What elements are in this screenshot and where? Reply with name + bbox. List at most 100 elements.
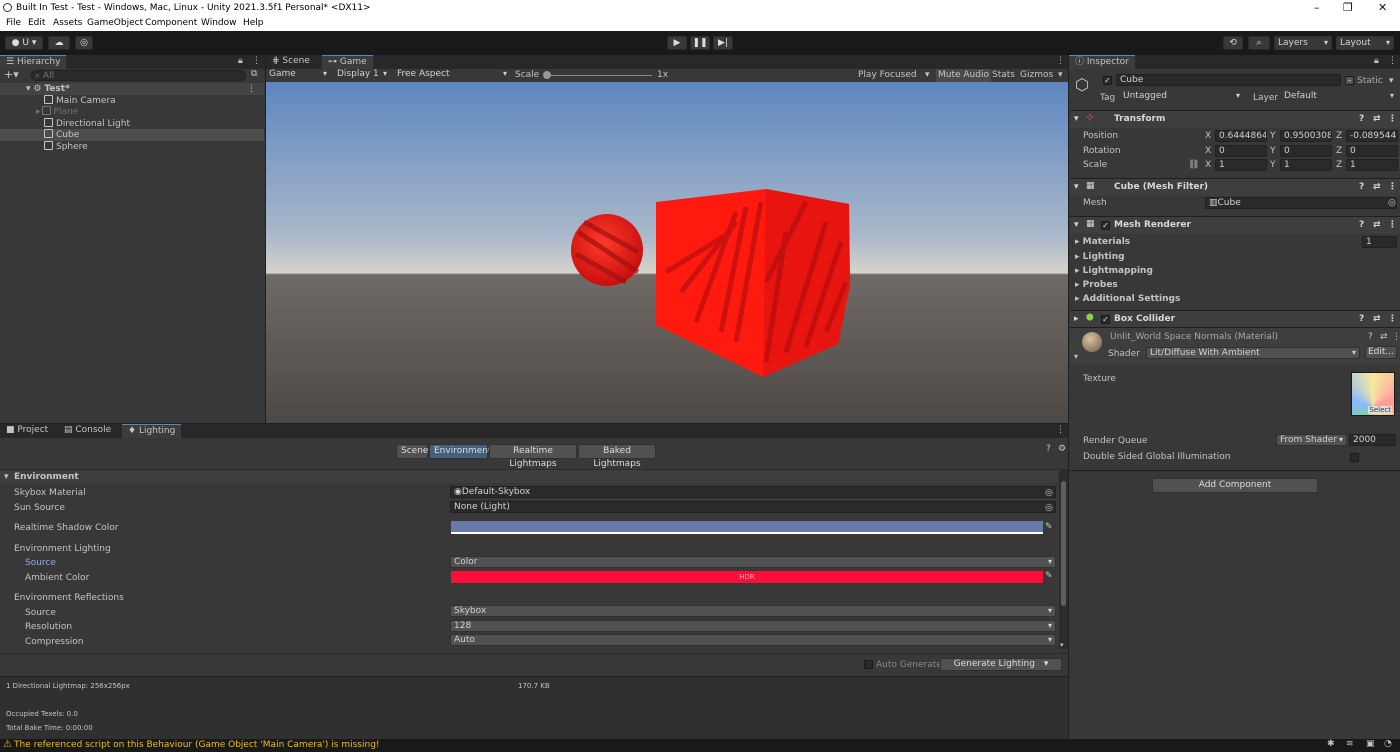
play-focused-dropdown[interactable]: Play Focused [858,70,917,80]
more-icon[interactable]: ⋮ [1388,314,1397,324]
tab-project[interactable]: ■ Project [0,424,54,438]
scale-slider-thumb[interactable] [543,71,551,79]
scale-y-field[interactable]: 1 [1280,159,1332,171]
more-icon[interactable]: ⋮ [1056,56,1065,66]
preset-icon[interactable]: ⇄ [1373,220,1381,230]
game-mode-dropdown[interactable]: Game [266,69,330,81]
minimize-button[interactable]: – [1314,1,1320,14]
position-z-field[interactable]: -0.089544 [1346,130,1398,142]
preset-icon[interactable]: ⇄ [1380,332,1388,342]
env-source-dropdown[interactable]: Color [450,556,1056,568]
lighting-subtab-scene[interactable]: Scene [396,444,428,459]
game-viewport[interactable] [266,82,1068,423]
display-dropdown[interactable]: Display 1 [334,69,390,81]
lightmapping-foldout[interactable]: ▸ Lightmapping [1070,265,1400,278]
tab-inspector[interactable]: ⓘ Inspector [1069,55,1135,69]
help-icon[interactable]: ? [1359,314,1364,324]
collab-icon[interactable]: ◎ [75,36,93,50]
hierarchy-scene-row[interactable]: ▾ ⚙ Test* ⋮ [0,83,264,95]
mesh-renderer-header[interactable]: ▾ ▦ ✓ Mesh Renderer ? ⇄ ⋮ [1070,216,1400,234]
menu-edit[interactable]: Edit [28,18,45,28]
render-queue-dropdown[interactable]: From Shader [1276,434,1347,446]
pause-button[interactable]: ❚❚ [690,36,710,50]
scroll-down-icon[interactable]: ▾ [1060,641,1064,649]
preset-icon[interactable]: ⇄ [1373,182,1381,192]
scale-x-field[interactable]: 1 [1215,159,1267,171]
additional-settings-foldout[interactable]: ▸ Additional Settings [1070,293,1400,306]
preset-icon[interactable]: ⇄ [1373,114,1381,124]
bug-icon[interactable]: ✱ [1327,739,1335,749]
materials-row[interactable]: ▸ Materials 1 [1070,236,1400,249]
menu-file[interactable]: File [6,18,21,28]
help-icon[interactable]: ? [1359,114,1364,124]
object-picker-icon[interactable]: ◎ [1045,503,1053,513]
add-icon[interactable]: +▾ [4,69,19,80]
object-picker-icon[interactable]: ◎ [1045,488,1053,498]
tab-console[interactable]: ▤ Console [58,424,117,438]
hierarchy-search-input[interactable]: ⌕ All [31,70,246,81]
history-icon[interactable]: ⟲ [1223,36,1243,50]
lighting-subtab-baked[interactable]: Baked Lightmaps [578,444,656,469]
layer-dropdown[interactable]: Default [1281,91,1397,103]
tab-scene[interactable]: ⋕ Scene [266,55,316,69]
probes-foldout[interactable]: ▸ Probes [1070,279,1400,292]
sun-source-field[interactable]: None (Light) [450,501,1056,513]
menu-component[interactable]: Component [145,18,197,28]
dropdown-arrow-icon[interactable]: ▾ [925,70,930,80]
scrollbar-thumb[interactable] [1061,481,1066,606]
hierarchy-item-cube[interactable]: Cube [0,129,264,141]
maximize-button[interactable]: ❐ [1343,1,1353,14]
environment-section-header[interactable]: ▾ Environment [0,469,1058,483]
search-icon[interactable]: ⌕ [1248,36,1270,50]
menu-gameobject[interactable]: GameObject [87,18,143,28]
box-collider-header[interactable]: ▸ ⬢ ✓ Box Collider ? ⇄ ⋮ [1070,310,1400,328]
mesh-renderer-enabled-checkbox[interactable]: ✓ [1101,221,1110,230]
scale-slider[interactable] [544,75,652,76]
more-icon[interactable]: ⋮ [1388,114,1397,124]
more-icon[interactable]: ⋮ [1388,220,1397,230]
object-picker-icon[interactable]: ◎ [1388,198,1396,208]
transform-header[interactable]: ▾ ⊹ Transform ? ⇄ ⋮ [1070,110,1400,128]
cache-server-icon[interactable]: ▣ [1366,739,1375,749]
render-queue-field[interactable]: 2000 [1349,434,1396,446]
lighting-foldout[interactable]: ▸ Lighting [1070,251,1400,264]
auto-generate-checkbox[interactable] [864,660,873,669]
edit-shader-button[interactable]: Edit... [1365,346,1397,359]
scale-z-field[interactable]: 1 [1346,159,1398,171]
constrain-proportions-icon[interactable]: ⛓ [1188,160,1199,170]
status-message[interactable]: The referenced script on this Behaviour … [14,740,380,750]
settings-icon[interactable]: ⚙ [1058,444,1066,454]
tab-hierarchy[interactable]: ☰ Hierarchy [0,55,67,69]
dropdown-arrow-icon[interactable]: ▾ [1058,70,1063,80]
tab-lighting[interactable]: ♦ Lighting [122,424,182,438]
hierarchy-item-sphere[interactable]: Sphere [0,141,264,153]
help-icon[interactable]: ? [1359,220,1364,230]
shadow-color-swatch[interactable] [451,521,1043,534]
lighting-progress-icon[interactable]: ≋ [1346,739,1354,749]
lock-icon[interactable]: 🔒︎ [238,56,243,66]
eyedropper-icon[interactable]: ✎ [1045,522,1053,532]
menu-window[interactable]: Window [201,18,237,28]
account-button[interactable]: ● U ▾ [5,36,43,50]
position-x-field[interactable]: 0.6444864 [1215,130,1267,142]
more-icon[interactable]: ⋮ [252,56,261,66]
menu-assets[interactable]: Assets [53,18,82,28]
double-sided-gi-checkbox[interactable] [1350,453,1359,462]
more-icon[interactable]: ⋮ [1056,425,1065,435]
tab-game[interactable]: ⊶ Game [322,55,373,69]
cloud-icon[interactable]: ☁ [48,36,70,50]
mesh-field[interactable]: ▥Cube [1205,197,1397,209]
lighting-scrollbar[interactable]: ▾ [1059,469,1068,649]
generate-lighting-button[interactable]: Generate Lighting ▾ [940,658,1062,671]
aspect-dropdown[interactable]: Free Aspect [394,69,510,81]
materials-count-field[interactable]: 1 [1362,236,1397,248]
stats-toggle[interactable]: Stats [992,70,1015,80]
resolution-dropdown[interactable]: 128 [450,620,1056,632]
rotation-z-field[interactable]: 0 [1346,145,1398,157]
lighting-subtab-realtime[interactable]: Realtime Lightmaps [489,444,577,469]
hierarchy-item-plane[interactable]: ▸ Plane [0,106,264,118]
object-name-input[interactable]: Cube [1116,74,1341,86]
help-icon[interactable]: ? [1368,332,1373,342]
more-icon[interactable]: ⋮ [1392,332,1400,342]
play-button[interactable]: ▶ [667,36,687,50]
